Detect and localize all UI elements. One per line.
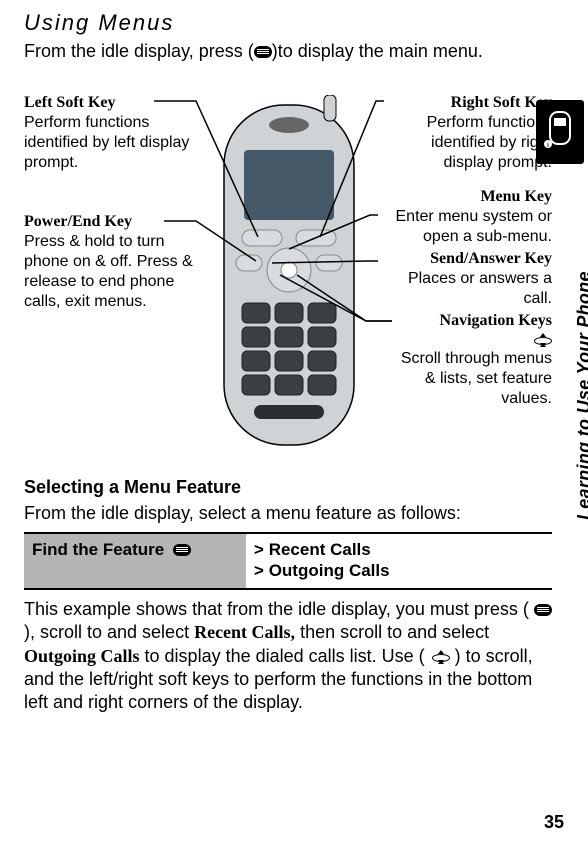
example-part: then scroll to and select: [295, 622, 489, 642]
example-paragraph: This example shows that from the idle di…: [24, 598, 552, 715]
section-title: Using Menus: [24, 10, 552, 36]
callout-body: Scroll through menus & lists, set featur…: [392, 349, 552, 409]
callout-body: Perform functions identified by right di…: [388, 113, 552, 173]
scroll-icon: [430, 650, 450, 664]
callout-head: Navigation Keys: [392, 311, 552, 331]
chevron-right-icon: >: [254, 563, 264, 582]
step-label: Outgoing Calls: [269, 561, 390, 580]
step-label: Recent Calls: [269, 540, 371, 559]
callout-send-answer-key: Send/Answer Key Places or answers a call…: [378, 249, 552, 309]
find-feature-cell: Find the Feature: [24, 533, 246, 589]
example-part: to display the dialed calls list. Use (: [140, 646, 430, 666]
menu-icon: [254, 46, 272, 58]
callout-head: Power/End Key: [24, 212, 204, 232]
find-feature-table: Find the Feature > Recent Calls > Outgoi…: [24, 532, 552, 590]
callout-body: Press & hold to turn phone on & off. Pre…: [24, 232, 204, 312]
callout-head: Menu Key: [376, 187, 552, 207]
example-outgoing-calls: Outgoing Calls: [24, 646, 140, 666]
sub-intro: From the idle display, select a menu fea…: [24, 502, 552, 525]
callout-left-soft-key: Left Soft Key Perform functions identifi…: [24, 93, 200, 173]
callout-power-end-key: Power/End Key Press & hold to turn phone…: [24, 212, 204, 312]
example-part: ), scroll to and select: [24, 622, 194, 642]
sidebar-phone-icon: i: [536, 100, 584, 164]
page-number: 35: [544, 812, 564, 833]
callout-right-soft-key: Right Soft Key Perform functions identif…: [388, 93, 552, 173]
callout-navigation-keys: Navigation Keys Scroll through menus & l…: [392, 311, 552, 409]
callout-body: Places or answers a call.: [378, 269, 552, 309]
callout-head: Send/Answer Key: [378, 249, 552, 269]
feature-steps-cell: > Recent Calls > Outgoing Calls: [246, 533, 552, 589]
intro-text: From the idle display, press ( )to displa…: [24, 40, 552, 63]
sidebar-chapter-label: Learning to Use Your Phone: [574, 271, 588, 520]
chevron-right-icon: >: [254, 542, 264, 561]
scroll-icon: [532, 333, 552, 347]
callout-menu-key: Menu Key Enter menu system or open a sub…: [376, 187, 552, 247]
table-row: Find the Feature > Recent Calls > Outgoi…: [24, 533, 552, 589]
callout-body: Enter menu system or open a sub-menu.: [376, 207, 552, 247]
callout-head: Left Soft Key: [24, 93, 200, 113]
find-feature-label: Find the Feature: [32, 540, 164, 559]
callout-head: Right Soft Key: [388, 93, 552, 113]
menu-icon: [173, 544, 191, 556]
phone-figure: Left Soft Key Perform functions identifi…: [24, 77, 552, 467]
example-part: This example shows that from the idle di…: [24, 599, 529, 619]
subheading: Selecting a Menu Feature: [24, 477, 552, 498]
menu-icon: [534, 604, 552, 616]
example-recent-calls: Recent Calls,: [194, 622, 295, 642]
callout-body: Perform functions identified by left dis…: [24, 113, 200, 173]
intro-before: From the idle display, press (: [24, 41, 254, 61]
intro-after: )to display the main menu.: [272, 41, 483, 61]
